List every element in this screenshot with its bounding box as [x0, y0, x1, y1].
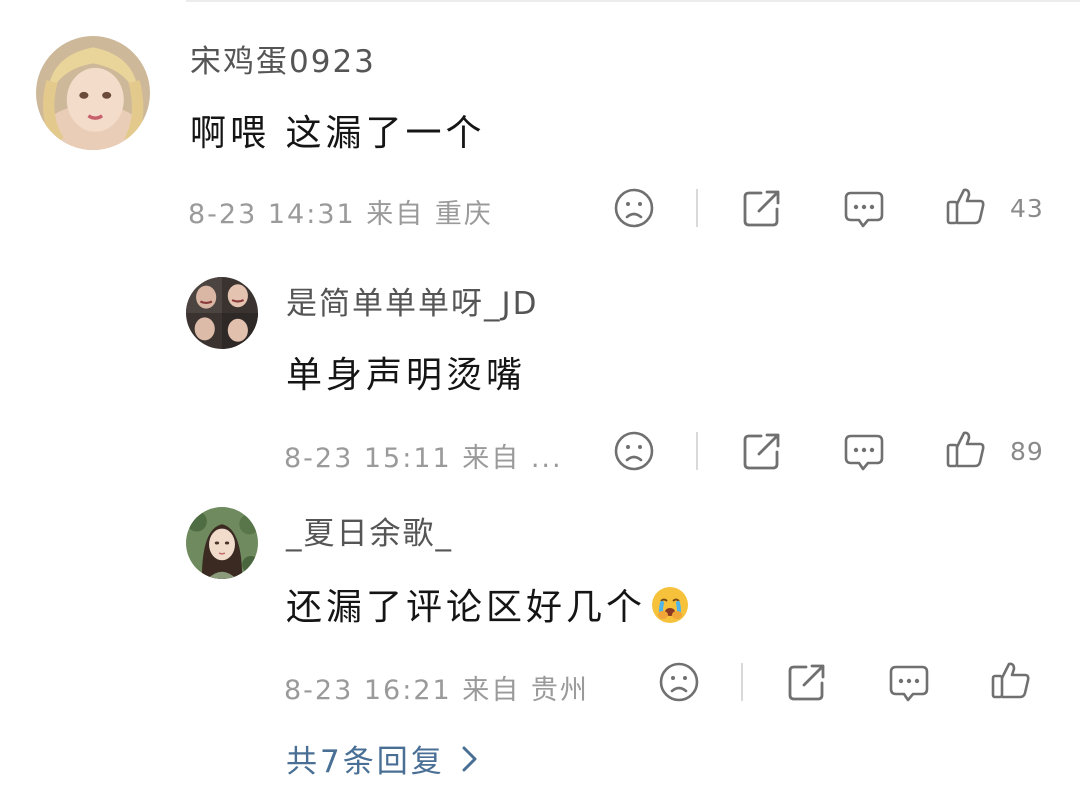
comment-icon[interactable]	[843, 430, 885, 472]
reply-text: 还漏了评论区好几个	[286, 587, 647, 628]
view-replies-link[interactable]: 共7条回复	[286, 736, 481, 781]
share-icon[interactable]	[741, 187, 783, 229]
comment-content: 啊喂 这漏了一个	[190, 113, 486, 154]
action-divider	[741, 663, 743, 701]
comment-meta: 8-23 14:31 来自 重庆	[188, 199, 493, 230]
thumbs-up-icon[interactable]	[945, 185, 987, 227]
like-count: 43	[1010, 194, 1044, 223]
reply-meta: 8-23 15:11 来自 ...	[284, 443, 563, 474]
sad-face-icon[interactable]	[613, 430, 655, 472]
action-divider	[696, 432, 698, 470]
comment-thread: 宋鸡蛋0923 啊喂 这漏了一个 8-23 14:31 来自 重庆 43 是简单…	[0, 0, 1080, 812]
chevron-right-icon	[462, 746, 477, 771]
avatar[interactable]	[186, 507, 258, 579]
comment-icon[interactable]	[843, 187, 885, 229]
reply-content: 还漏了评论区好几个	[286, 578, 690, 630]
avatar[interactable]	[186, 277, 258, 349]
reply-meta: 8-23 16:21 来自 贵州	[284, 675, 589, 706]
like-count: 89	[1010, 437, 1044, 466]
comment-username[interactable]: 宋鸡蛋0923	[190, 36, 376, 81]
reply-content: 单身声明烫嘴	[286, 355, 527, 396]
thumbs-up-icon[interactable]	[945, 428, 987, 470]
sad-face-icon[interactable]	[613, 187, 655, 229]
reply-username[interactable]: _夏日余歌_	[286, 508, 453, 553]
avatar[interactable]	[36, 36, 150, 150]
action-divider	[696, 189, 698, 227]
share-icon[interactable]	[786, 661, 828, 703]
comment-icon[interactable]	[888, 661, 930, 703]
sad-face-icon[interactable]	[658, 661, 700, 703]
view-replies-label: 共7条回复	[286, 744, 445, 780]
reply-username[interactable]: 是简单单单呀_JD	[286, 278, 539, 323]
share-icon[interactable]	[741, 430, 783, 472]
thumbs-up-icon[interactable]	[990, 659, 1032, 701]
top-divider	[186, 0, 1080, 2]
crying-emoji-icon	[650, 585, 690, 625]
